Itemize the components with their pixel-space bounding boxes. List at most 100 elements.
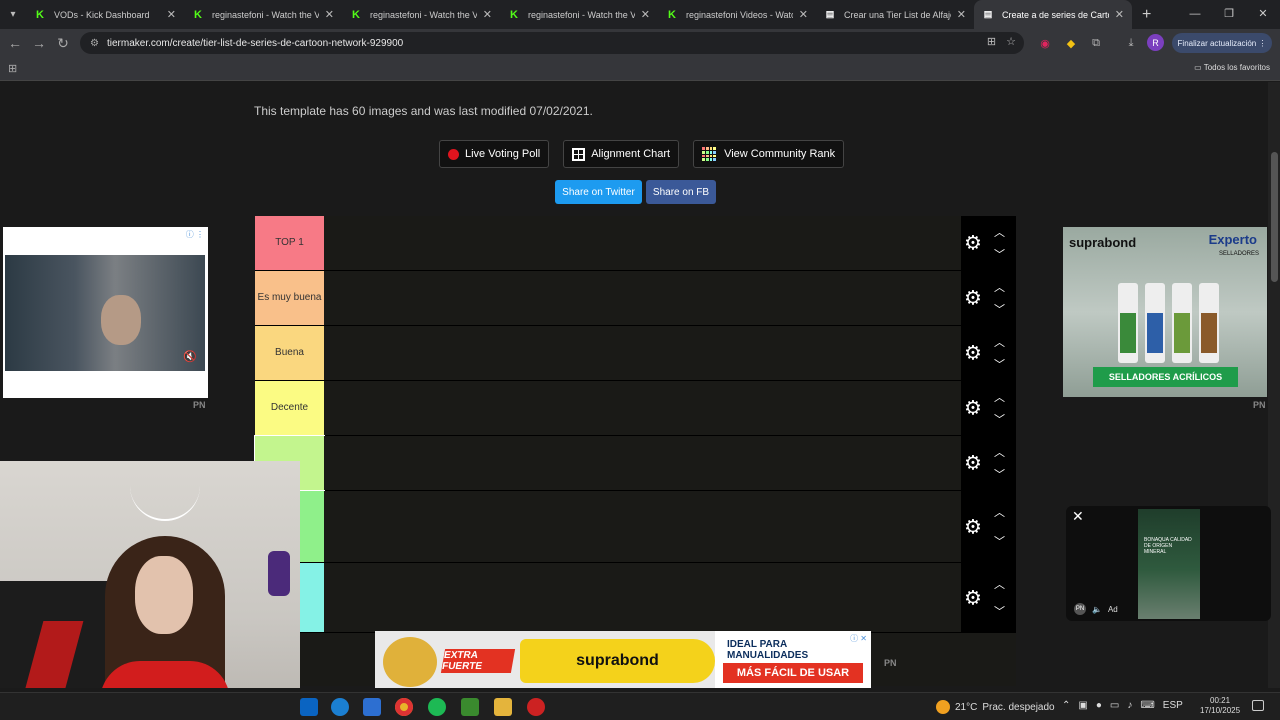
tier-label[interactable]: Buena: [255, 326, 324, 380]
download-icon[interactable]: ⤓: [1122, 33, 1140, 53]
tab-2[interactable]: Kreginastefoni - Watch the VOD ✕: [342, 0, 500, 29]
chevron-up-icon[interactable]: ︿: [994, 334, 1005, 350]
chevron-up-icon[interactable]: ⌃: [1062, 700, 1070, 711]
sealant-ad-right[interactable]: suprabond Experto SELLADORES SELLADORES …: [1063, 227, 1267, 397]
edge-icon[interactable]: [331, 698, 349, 716]
chevron-up-icon[interactable]: ︿: [994, 389, 1005, 405]
gear-icon[interactable]: ⚙: [964, 341, 982, 366]
ad-info-icon[interactable]: ⓘ ✕: [850, 633, 867, 644]
new-tab-icon[interactable]: +: [1142, 6, 1151, 24]
share-twitter-button[interactable]: Share on Twitter: [555, 180, 642, 204]
chevron-down-icon[interactable]: ﹀: [994, 603, 1005, 619]
maximize-icon[interactable]: ❐: [1212, 0, 1246, 29]
store-icon[interactable]: [363, 698, 381, 716]
minecraft-icon[interactable]: [461, 698, 479, 716]
reload-icon[interactable]: ↻: [51, 35, 75, 52]
update-button[interactable]: Finalizar actualización ⋮: [1172, 33, 1272, 53]
tier-label[interactable]: Es muy buena: [255, 271, 324, 325]
chevron-up-icon[interactable]: ︿: [994, 444, 1005, 460]
close-icon[interactable]: ✕: [1072, 508, 1084, 525]
tab-6-active[interactable]: ▤ Create a de series de Cartoon ✕: [974, 0, 1132, 29]
url-field[interactable]: ⚙ tiermaker.com/create/tier-list-de-seri…: [80, 32, 1024, 54]
chevron-up-icon[interactable]: ︿: [994, 279, 1005, 295]
tab-5[interactable]: ▤ Crear una Tier List de Alfajores ✕: [816, 0, 974, 29]
extension-icon[interactable]: ◆: [1062, 33, 1080, 53]
site-info-icon[interactable]: ⚙: [90, 38, 99, 49]
camera-icon[interactable]: ▣: [1078, 700, 1087, 711]
speaker-icon[interactable]: 🔈: [1092, 605, 1102, 614]
profile-avatar[interactable]: R: [1147, 34, 1164, 51]
minimize-icon[interactable]: —: [1178, 0, 1212, 29]
spotify-icon[interactable]: [428, 698, 446, 716]
chevron-down-icon[interactable]: ﹀: [994, 246, 1005, 262]
community-rank-button[interactable]: View Community Rank: [693, 140, 845, 168]
bookmark-star-icon[interactable]: ☆: [1006, 35, 1016, 48]
mic-icon[interactable]: ●: [1096, 700, 1102, 711]
chevron-down-icon[interactable]: ﹀: [994, 466, 1005, 482]
close-tab-icon[interactable]: ✕: [325, 8, 334, 21]
live-voting-button[interactable]: Live Voting Poll: [439, 140, 550, 168]
muted-icon[interactable]: 🔇: [183, 350, 197, 363]
forward-icon[interactable]: →: [27, 35, 51, 51]
gear-icon[interactable]: ⚙: [964, 451, 982, 476]
gear-icon[interactable]: ⚙: [964, 514, 982, 539]
chevron-down-icon[interactable]: ﹀: [994, 533, 1005, 549]
gear-icon[interactable]: ⚙: [964, 231, 982, 256]
chevron-up-icon[interactable]: ︿: [994, 504, 1005, 520]
tier-label[interactable]: TOP 1: [255, 216, 324, 270]
close-tab-icon[interactable]: ✕: [483, 8, 492, 21]
translate-icon[interactable]: ⊞: [987, 35, 996, 48]
close-tab-icon[interactable]: ✕: [1115, 8, 1124, 21]
tier-drop-zone[interactable]: [324, 216, 961, 270]
apps-grid-icon[interactable]: ⊞: [8, 62, 17, 75]
gear-icon[interactable]: ⚙: [964, 286, 982, 311]
language-indicator[interactable]: ESP: [1163, 700, 1183, 711]
tab-1[interactable]: Kreginastefoni - Watch the VOD ✕: [184, 0, 342, 29]
back-icon[interactable]: ←: [3, 35, 27, 51]
close-tab-icon[interactable]: ✕: [641, 8, 650, 21]
all-bookmarks[interactable]: ▭ Todos los favoritos: [1194, 63, 1270, 72]
video-ad-left[interactable]: 🔇 ⓘ ⋮: [3, 227, 208, 398]
share-fb-button[interactable]: Share on FB: [646, 180, 716, 204]
tier-drop-zone[interactable]: [324, 491, 961, 562]
tab-4[interactable]: Kreginastefoni Videos - Watch ✕: [658, 0, 816, 29]
clock[interactable]: 00:21 17/10/2025: [1200, 696, 1240, 717]
ad-video[interactable]: 🔇: [5, 255, 205, 371]
chevron-down-icon[interactable]: ﹀: [994, 301, 1005, 317]
tier-drop-zone[interactable]: [324, 381, 961, 435]
network-icon[interactable]: ▭: [1110, 700, 1119, 711]
tab-0[interactable]: K VODs - Kick Dashboard ✕: [26, 0, 184, 29]
app-icon[interactable]: [527, 698, 545, 716]
alignment-chart-button[interactable]: Alignment Chart: [563, 140, 680, 168]
puzzle-icon[interactable]: ⧉: [1087, 33, 1105, 53]
glue-ad-bottom[interactable]: EXTRA FUERTE suprabond IDEAL PARA MANUAL…: [375, 631, 871, 688]
gear-icon[interactable]: ⚙: [964, 585, 982, 610]
chevron-up-icon[interactable]: ︿: [994, 576, 1005, 592]
extension-icon[interactable]: ◉: [1036, 33, 1054, 53]
notification-icon[interactable]: [1252, 700, 1264, 711]
tier-drop-zone[interactable]: [324, 563, 961, 632]
tier-label[interactable]: Decente: [255, 381, 324, 435]
close-tab-icon[interactable]: ✕: [167, 8, 176, 21]
keyboard-icon[interactable]: ⌨: [1140, 700, 1154, 711]
close-tab-icon[interactable]: ✕: [799, 8, 808, 21]
tier-drop-zone[interactable]: [324, 436, 961, 490]
tier-drop-zone[interactable]: [324, 271, 961, 325]
chevron-down-icon[interactable]: ﹀: [994, 356, 1005, 372]
gear-icon[interactable]: ⚙: [964, 396, 982, 421]
tab-search-icon[interactable]: ▾: [0, 2, 26, 28]
outlook-icon[interactable]: [300, 698, 318, 716]
volume-icon[interactable]: ♪: [1127, 700, 1132, 711]
chrome-icon[interactable]: [395, 698, 413, 716]
chevron-down-icon[interactable]: ﹀: [994, 411, 1005, 427]
close-window-icon[interactable]: ✕: [1246, 0, 1280, 29]
mini-video-thumb[interactable]: BONAQUA CALIDAD DE ORIGEN MINERAL: [1138, 509, 1200, 619]
tab-3[interactable]: Kreginastefoni - Watch the VOD ✕: [500, 0, 658, 29]
scrollbar-thumb[interactable]: [1271, 152, 1278, 282]
close-tab-icon[interactable]: ✕: [957, 8, 966, 21]
tier-drop-zone[interactable]: [324, 326, 961, 380]
weather-widget[interactable]: 21°C Prac. despejado: [936, 700, 1055, 714]
chevron-up-icon[interactable]: ︿: [994, 224, 1005, 240]
ad-info-icon[interactable]: ⓘ ⋮: [186, 229, 204, 240]
file-explorer-icon[interactable]: [494, 698, 512, 716]
